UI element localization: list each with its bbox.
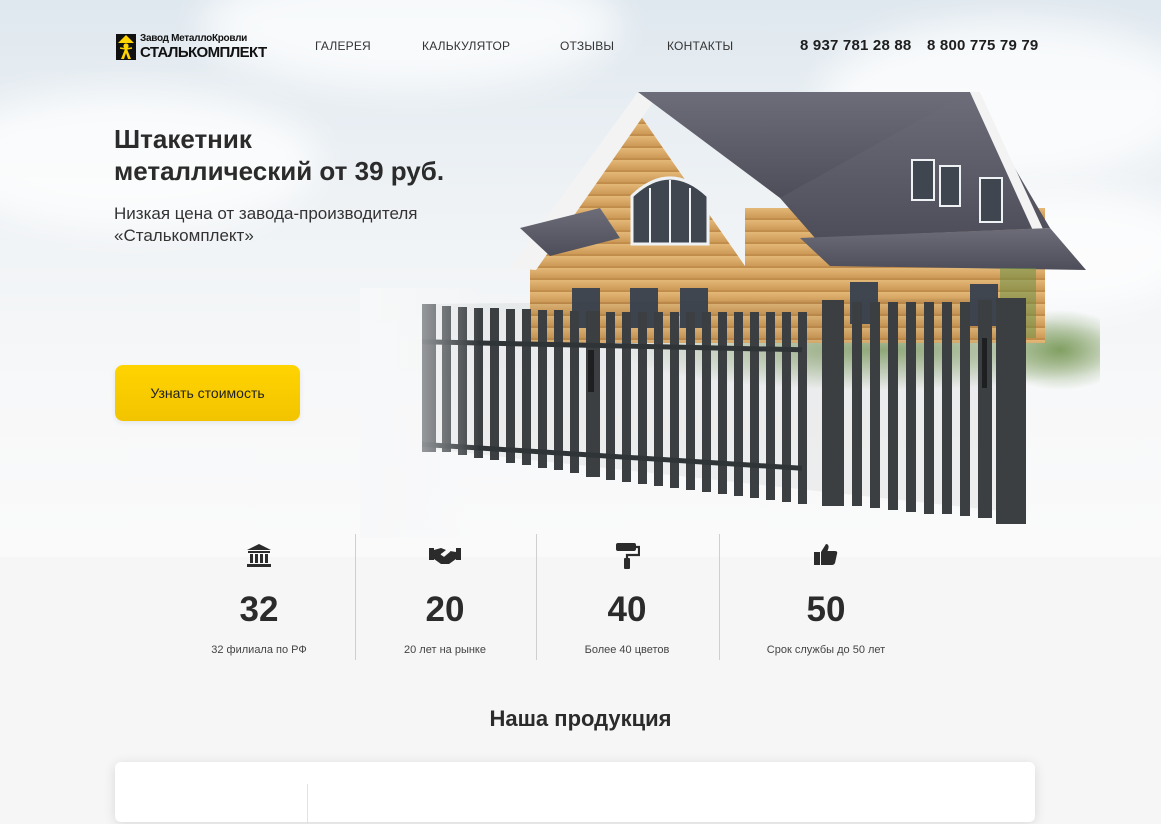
hero-subtitle-line-2: «Сталькомплект» bbox=[114, 226, 254, 245]
page-title-line-2: металлический от 39 руб. bbox=[114, 156, 445, 186]
nav-link-reviews[interactable]: ОТЗЫВЫ bbox=[560, 39, 614, 53]
stat-years: 20 20 лет на рынке bbox=[354, 534, 536, 660]
hero-subtitle-line-1: Низкая цена от завода-производителя bbox=[114, 204, 418, 223]
stat-label: Более 40 цветов bbox=[584, 644, 670, 656]
stats-row: 32 32 филиала по РФ 20 20 лет на рынке 4… bbox=[168, 534, 918, 662]
nav-link-gallery[interactable]: ГАЛЕРЕЯ bbox=[315, 39, 371, 53]
handshake-icon bbox=[429, 548, 461, 564]
stat-value: 50 bbox=[806, 590, 846, 629]
nav-link-calculator[interactable]: КАЛЬКУЛЯТОР bbox=[422, 39, 510, 53]
card-divider bbox=[307, 784, 308, 824]
phone-link-1[interactable]: 8 937 781 28 88 bbox=[800, 37, 911, 54]
stat-label: 20 лет на рынке bbox=[404, 644, 486, 656]
stat-value: 40 bbox=[607, 590, 647, 629]
phone-link-2[interactable]: 8 800 775 79 79 bbox=[927, 37, 1038, 54]
stat-label: 32 филиала по РФ bbox=[211, 644, 307, 656]
logo[interactable]: Завод МеталлоКровли СТАЛЬКОМПЛЕКТ bbox=[116, 32, 267, 62]
logo-house-person-icon bbox=[116, 34, 136, 60]
nav-link-contacts[interactable]: КОНТАКТЫ bbox=[667, 39, 733, 53]
logo-title: СТАЛЬКОМПЛЕКТ bbox=[140, 44, 267, 61]
fence bbox=[422, 298, 1026, 524]
hero-subtitle: Низкая цена от завода-производителя «Ста… bbox=[114, 203, 474, 247]
paint-roller-icon bbox=[616, 543, 640, 569]
stat-divider bbox=[719, 534, 720, 660]
stat-colors: 40 Более 40 цветов bbox=[536, 534, 718, 660]
stat-lifetime: 50 Срок службы до 50 лет bbox=[735, 534, 917, 660]
product-card[interactable] bbox=[115, 762, 1035, 824]
stat-value: 20 bbox=[425, 590, 465, 629]
stat-label: Срок службы до 50 лет bbox=[766, 644, 886, 656]
get-price-button[interactable]: Узнать стоимость bbox=[115, 365, 300, 421]
logo-subtitle: Завод МеталлоКровли bbox=[140, 33, 247, 44]
hero-section: Завод МеталлоКровли СТАЛЬКОМПЛЕКТ ГАЛЕРЕ… bbox=[0, 0, 1161, 557]
stat-branches: 32 32 филиала по РФ bbox=[168, 534, 350, 660]
stat-value: 32 bbox=[239, 590, 279, 629]
bank-building-icon bbox=[247, 544, 271, 567]
page-title: Штакетник металлический от 39 руб. bbox=[114, 123, 514, 187]
site-header: Завод МеталлоКровли СТАЛЬКОМПЛЕКТ ГАЛЕРЕ… bbox=[0, 0, 1161, 95]
page-title-line-1: Штакетник bbox=[114, 124, 252, 154]
products-heading: Наша продукция bbox=[489, 706, 672, 731]
thumbs-up-icon bbox=[814, 544, 838, 565]
